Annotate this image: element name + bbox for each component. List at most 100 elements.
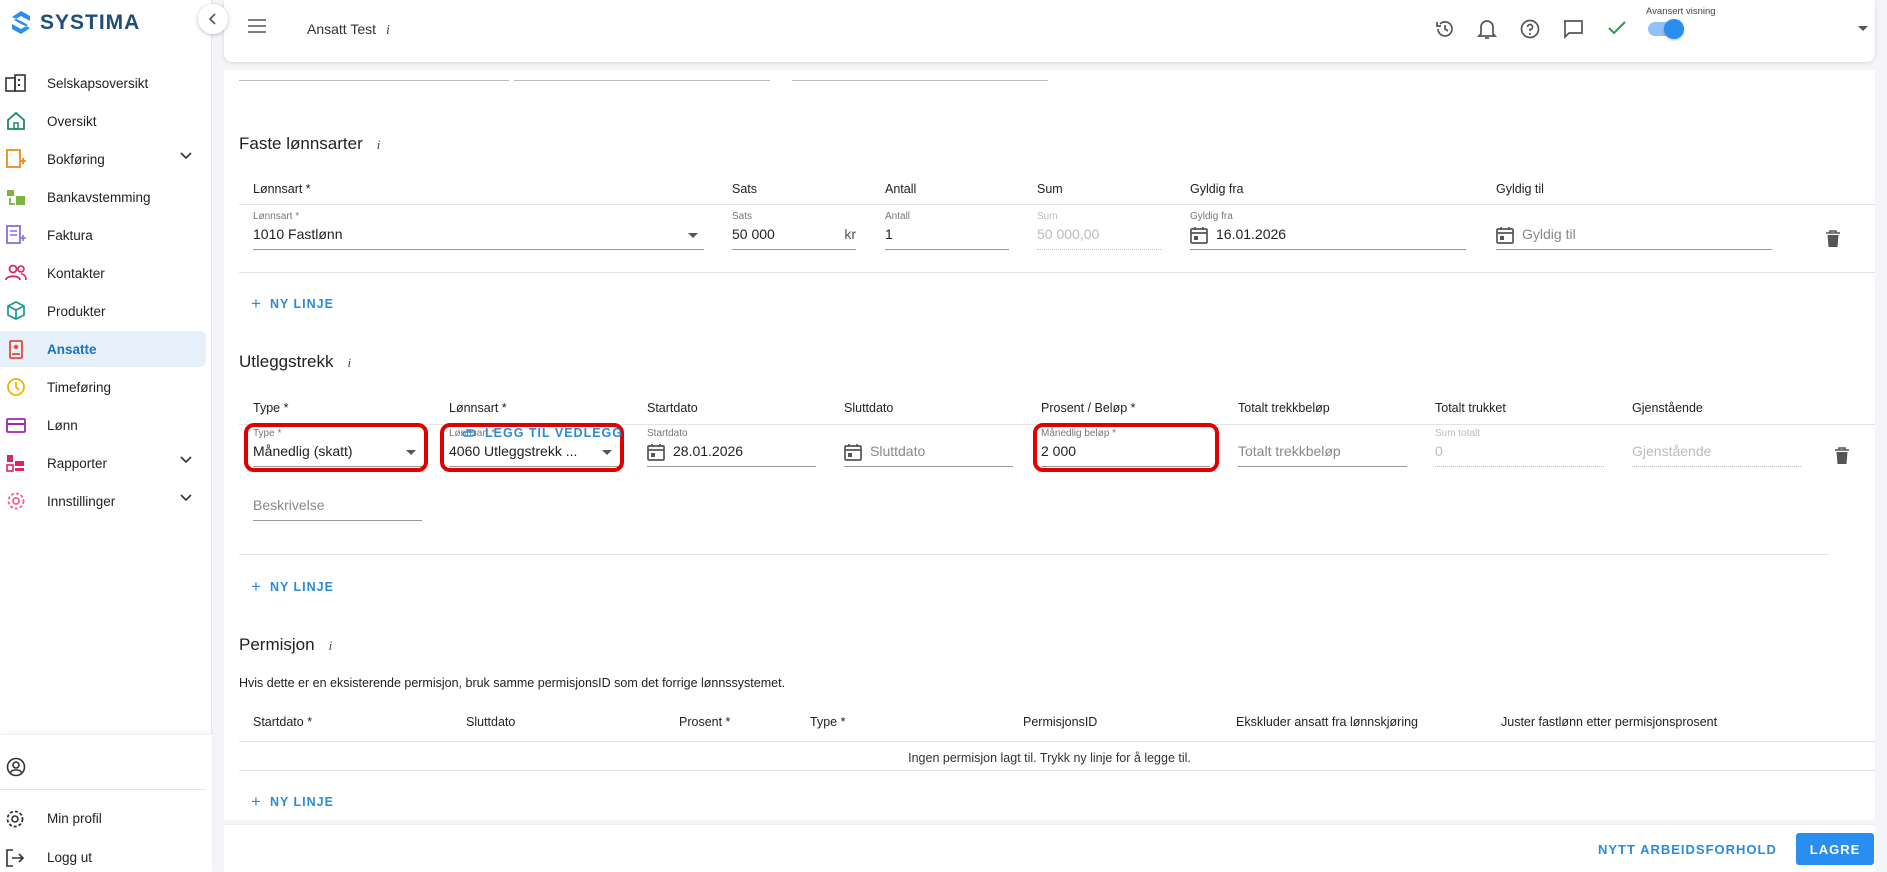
sidebar-item-label: Innstillinger: [47, 493, 116, 509]
permisjon-empty-message: Ingen permisjon lagt til. Trykk ny linje…: [908, 751, 1191, 765]
invoice-icon: [6, 225, 26, 244]
sidebar-item-timeforing[interactable]: Timeføring: [0, 369, 206, 405]
people-icon: [5, 264, 27, 281]
gyldig-til-datepicker[interactable]: Gyldig til: [1496, 211, 1772, 253]
dropdown-arrow-icon: [602, 450, 612, 455]
field-value: 28.01.2026: [673, 443, 744, 459]
badge-icon: [9, 340, 23, 359]
col-header-lonnsart: Lønnsart *: [449, 401, 507, 415]
logg-ut-link[interactable]: Logg ut: [0, 842, 206, 872]
systima-logo-icon: [12, 11, 30, 34]
col-header-sum: Sum: [1037, 182, 1063, 196]
button-label: LEGG TIL VEDLEGG: [485, 426, 624, 440]
chat-icon[interactable]: [1562, 18, 1584, 40]
lonnsart-select[interactable]: Lønnsart * 1010 Fastlønn: [253, 211, 704, 253]
sidebar-item-bankavstemming[interactable]: Bankavstemming: [0, 179, 206, 215]
chevron-down-icon: [180, 152, 192, 160]
utlegg-ny-linje-button[interactable]: + NY LINJE: [251, 577, 334, 597]
permisjon-ny-linje-button[interactable]: + NY LINJE: [251, 792, 334, 812]
advanced-view-toggle[interactable]: [1648, 19, 1684, 39]
field-placeholder: Beskrivelse: [253, 497, 325, 513]
field-label: Lønnsart *: [253, 211, 300, 222]
utlegg-sluttdato-datepicker[interactable]: Sluttdato: [844, 428, 1013, 470]
info-icon[interactable]: i: [377, 137, 381, 152]
page-title-text: Ansatt Test: [307, 21, 377, 37]
field-underline: [253, 466, 422, 467]
info-icon[interactable]: i: [386, 23, 390, 38]
systima-logo[interactable]: SYSTIMA: [10, 10, 140, 36]
history-icon[interactable]: [1434, 18, 1456, 40]
sidebar-item-label: Rapporter: [47, 455, 108, 471]
field-placeholder: Gjenstående: [1632, 443, 1712, 459]
settings-gear-icon: [6, 810, 24, 828]
sidebar-item-produkter[interactable]: Produkter: [0, 293, 206, 329]
utlegg-startdato-datepicker[interactable]: Startdato 28.01.2026: [647, 428, 816, 470]
bell-icon[interactable]: [1477, 18, 1497, 40]
utlegg-type-select[interactable]: Type * Månedlig (skatt): [253, 428, 422, 470]
calendar-icon[interactable]: [647, 443, 665, 461]
sidebar-item-selskapsoversikt[interactable]: Selskapsoversikt: [0, 65, 206, 101]
col-header-lonnsart: Lønnsart *: [253, 182, 311, 196]
info-icon[interactable]: i: [329, 638, 333, 653]
field-underline: [1496, 249, 1772, 250]
calendar-icon[interactable]: [1190, 226, 1208, 244]
hamburger-menu-icon[interactable]: [248, 19, 266, 33]
min-profil-link[interactable]: Min profil: [0, 803, 206, 833]
gyldig-fra-datepicker[interactable]: Gyldig fra 16.01.2026: [1190, 211, 1466, 253]
sats-input[interactable]: Sats 50 000 kr: [732, 211, 856, 253]
sidebar-item-lonn[interactable]: Lønn: [0, 407, 206, 443]
avatar-icon[interactable]: [6, 757, 26, 777]
sidebar-item-bokforing[interactable]: Bokføring: [0, 141, 206, 177]
manedlig-belop-input[interactable]: Månedlig beløp * 2 000: [1041, 428, 1210, 470]
delete-row-trash-icon[interactable]: [1826, 230, 1840, 248]
field-underline: [1041, 466, 1210, 467]
sidebar-item-ansatte[interactable]: Ansatte: [0, 331, 206, 367]
lagre-button[interactable]: LAGRE: [1796, 833, 1874, 865]
calendar-icon[interactable]: [1496, 226, 1514, 244]
plus-icon: +: [251, 294, 262, 313]
antall-input[interactable]: Antall 1: [885, 211, 1009, 253]
sidebar-item-faktura[interactable]: Faktura: [0, 217, 206, 253]
sidebar-item-label: Produkter: [47, 303, 106, 319]
divider: [0, 789, 206, 790]
box-icon: [7, 301, 25, 320]
utleggstrekk-title: Utleggstrekk i: [239, 352, 351, 372]
field-label: Månedlig beløp *: [1041, 428, 1117, 439]
help-icon[interactable]: [1519, 18, 1541, 40]
sidebar: SYSTIMA Selskapsoversikt Oversikt Bokfør…: [0, 0, 228, 872]
sidebar-item-label: Ansatte: [47, 341, 97, 357]
nytt-arbeidsforhold-button[interactable]: NYTT ARBEIDSFORHOLD: [1598, 842, 1777, 857]
account-dropdown-caret[interactable]: [1858, 26, 1868, 31]
sidebar-item-label: Bokføring: [47, 151, 105, 167]
field-label: Sum totalt: [1435, 428, 1481, 439]
check-icon[interactable]: [1608, 20, 1626, 36]
faste-ny-linje-button[interactable]: + NY LINJE: [251, 294, 334, 314]
field-value: 16.01.2026: [1216, 226, 1287, 242]
col-header-sluttdato: Sluttdato: [466, 715, 516, 729]
totalt-trekkbelop-input[interactable]: Totalt trekkbeløp: [1238, 428, 1407, 470]
chevron-down-icon: [180, 456, 192, 464]
sidebar-item-oversikt[interactable]: Oversikt: [0, 103, 206, 139]
delete-row-trash-icon[interactable]: [1835, 447, 1849, 465]
sidebar-item-innstillinger[interactable]: Innstillinger: [0, 483, 206, 519]
col-header-permisjonsid: PermisjonsID: [1023, 715, 1098, 729]
toggle-knob: [1664, 19, 1684, 39]
sidebar-item-kontakter[interactable]: Kontakter: [0, 255, 206, 291]
calendar-icon[interactable]: [844, 443, 862, 461]
sidebar-item-rapporter[interactable]: Rapporter: [0, 445, 206, 481]
legg-til-vedlegg-button[interactable]: LEGG TIL VEDLEGG: [461, 426, 623, 440]
collapse-sidebar-button[interactable]: [198, 4, 228, 34]
col-header-startdato: Startdato *: [253, 715, 313, 729]
field-label: Startdato: [647, 428, 688, 439]
info-icon[interactable]: i: [347, 355, 351, 370]
beskrivelse-input[interactable]: Beskrivelse: [253, 482, 422, 524]
field-underline: [253, 249, 704, 250]
gear-icon: [7, 492, 25, 510]
field-value: 50 000: [732, 226, 775, 242]
col-header-type: Type *: [810, 715, 846, 729]
field-placeholder: Totalt trekkbeløp: [1238, 443, 1341, 459]
sidebar-item-label: Kontakter: [47, 265, 105, 281]
field-underline: [1238, 466, 1407, 467]
field-value: 1010 Fastlønn: [253, 226, 343, 242]
field-underline: [1435, 466, 1604, 467]
